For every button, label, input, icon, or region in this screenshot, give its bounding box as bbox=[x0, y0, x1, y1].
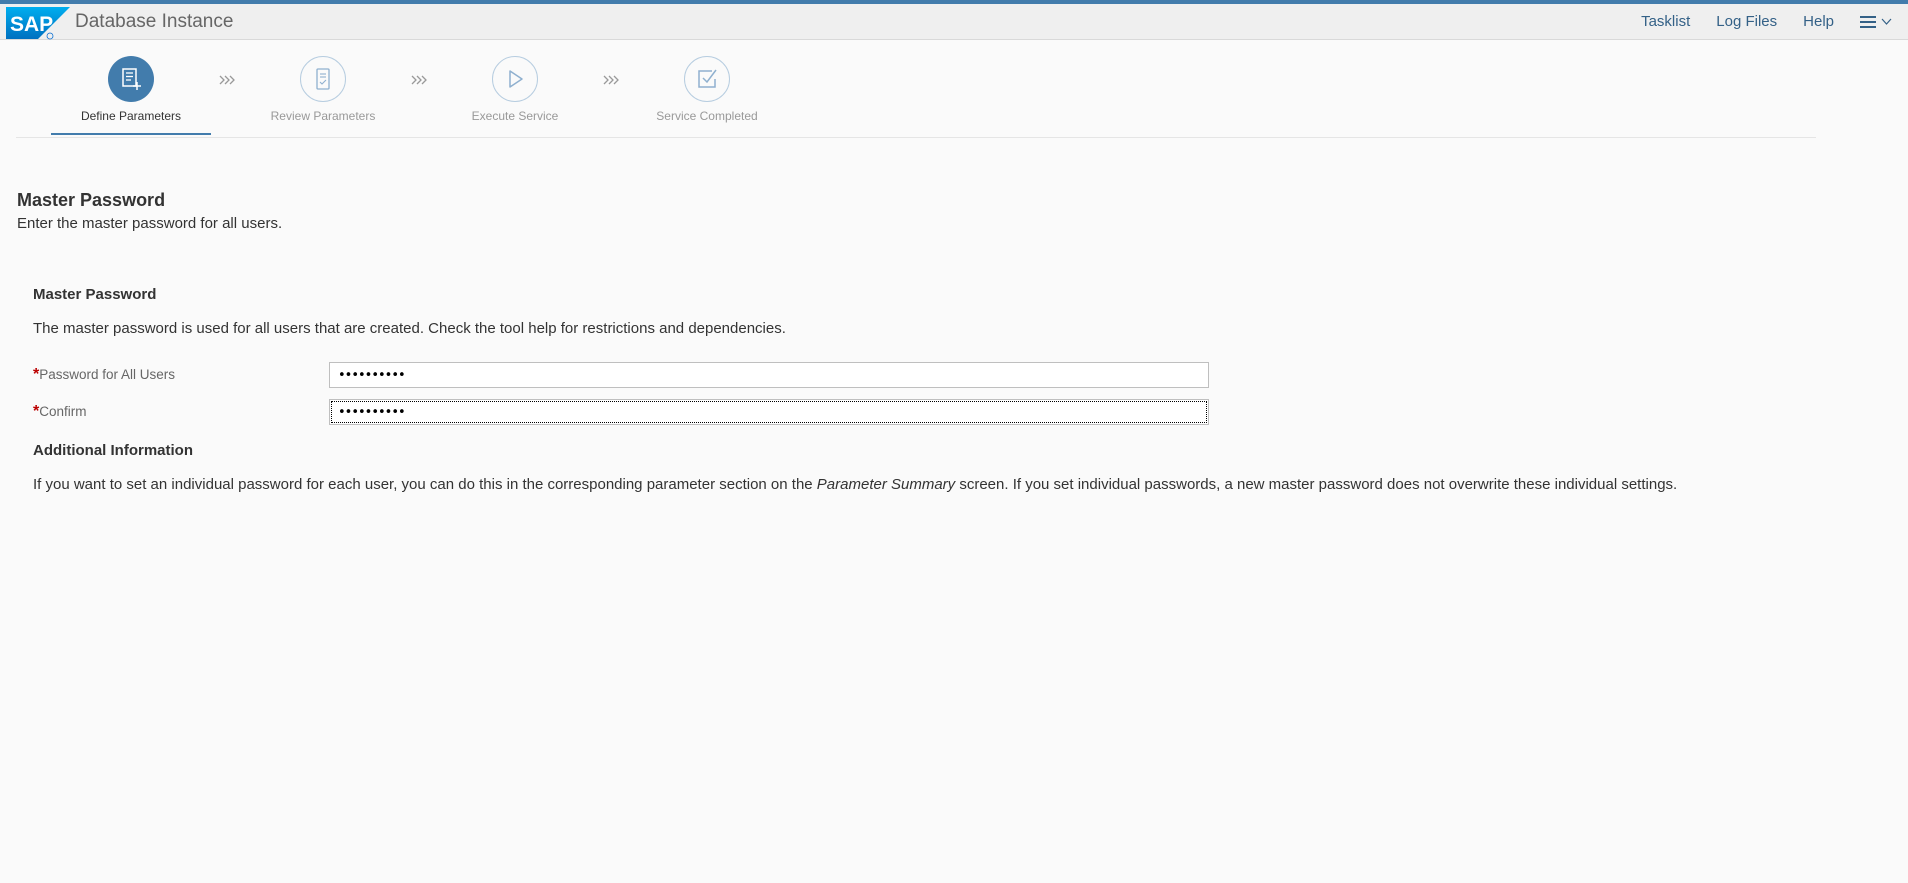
shell-links: Tasklist Log Files Help bbox=[1615, 4, 1892, 39]
triple-chevron-icon bbox=[411, 75, 427, 85]
step-circle bbox=[108, 56, 154, 102]
password-input[interactable] bbox=[329, 362, 1209, 388]
checkbox-icon bbox=[698, 69, 717, 88]
wizard-step-review-parameters[interactable]: Review Parameters bbox=[238, 56, 408, 123]
section-title: Master Password bbox=[33, 286, 157, 303]
triple-chevron-icon bbox=[219, 75, 235, 85]
wizard-step-service-completed[interactable]: Service Completed bbox=[622, 56, 792, 123]
confirm-password-input[interactable] bbox=[329, 399, 1209, 425]
active-step-indicator bbox=[51, 133, 211, 135]
checklist-document-icon bbox=[316, 68, 330, 90]
page-subtitle: Enter the master password for all users. bbox=[17, 215, 283, 232]
page-title: Master Password bbox=[17, 190, 166, 210]
confirm-label-text: Confirm bbox=[39, 404, 87, 419]
additional-text-part: If you want to set an individual passwor… bbox=[33, 476, 817, 493]
step-circle bbox=[684, 56, 730, 102]
form-add-icon bbox=[122, 68, 141, 90]
triple-chevron-icon bbox=[603, 75, 619, 85]
log-files-link[interactable]: Log Files bbox=[1716, 13, 1777, 30]
step-label: Service Completed bbox=[656, 109, 758, 123]
app-title: Database Instance bbox=[75, 11, 234, 32]
wizard-progress: Define Parameters Review Parameters Exec… bbox=[16, 40, 1816, 138]
tasklist-link[interactable]: Tasklist bbox=[1641, 13, 1690, 30]
help-link[interactable]: Help bbox=[1803, 13, 1834, 30]
password-label: *Password for All Users bbox=[33, 366, 175, 384]
svg-text:SAP: SAP bbox=[10, 13, 53, 36]
play-icon bbox=[509, 70, 523, 88]
confirm-label: *Confirm bbox=[33, 403, 87, 421]
wizard-step-execute-service[interactable]: Execute Service bbox=[430, 56, 600, 123]
step-circle bbox=[492, 56, 538, 102]
menu-button[interactable] bbox=[1860, 15, 1892, 28]
sap-logo: SAP bbox=[6, 7, 70, 40]
step-label: Define Parameters bbox=[80, 109, 182, 123]
step-label: Execute Service bbox=[471, 109, 559, 123]
step-label: Review Parameters bbox=[270, 109, 376, 123]
parameter-summary-reference: Parameter Summary bbox=[816, 476, 956, 493]
additional-info-text: If you want to set an individual passwor… bbox=[33, 476, 1677, 493]
step-circle bbox=[300, 56, 346, 102]
additional-text-part: screen. If you set individual passwords,… bbox=[955, 476, 1678, 493]
hamburger-icon bbox=[1860, 15, 1876, 28]
password-label-text: Password for All Users bbox=[39, 367, 176, 382]
additional-info-title: Additional Information bbox=[33, 442, 193, 459]
chevron-down-icon bbox=[1881, 18, 1892, 25]
section-description: The master password is used for all user… bbox=[33, 320, 786, 337]
wizard-step-define-parameters[interactable]: Define Parameters bbox=[46, 56, 216, 123]
shell-bar: SAP Database Instance Tasklist Log Files… bbox=[0, 4, 1908, 40]
